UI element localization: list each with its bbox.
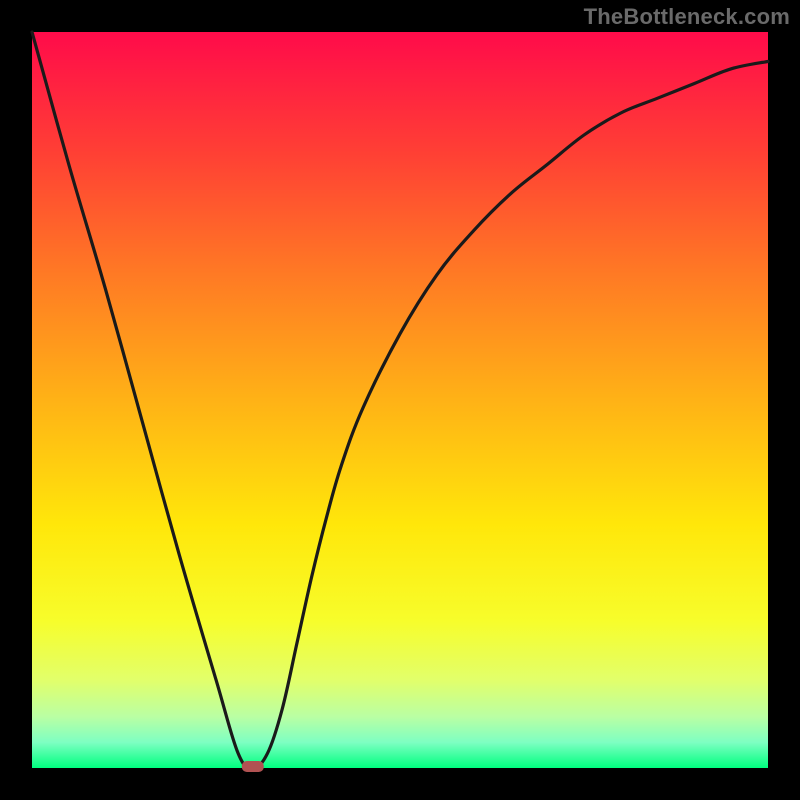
plot-background — [32, 32, 768, 768]
attribution-watermark: TheBottleneck.com — [584, 4, 790, 30]
minimum-marker — [242, 761, 264, 772]
